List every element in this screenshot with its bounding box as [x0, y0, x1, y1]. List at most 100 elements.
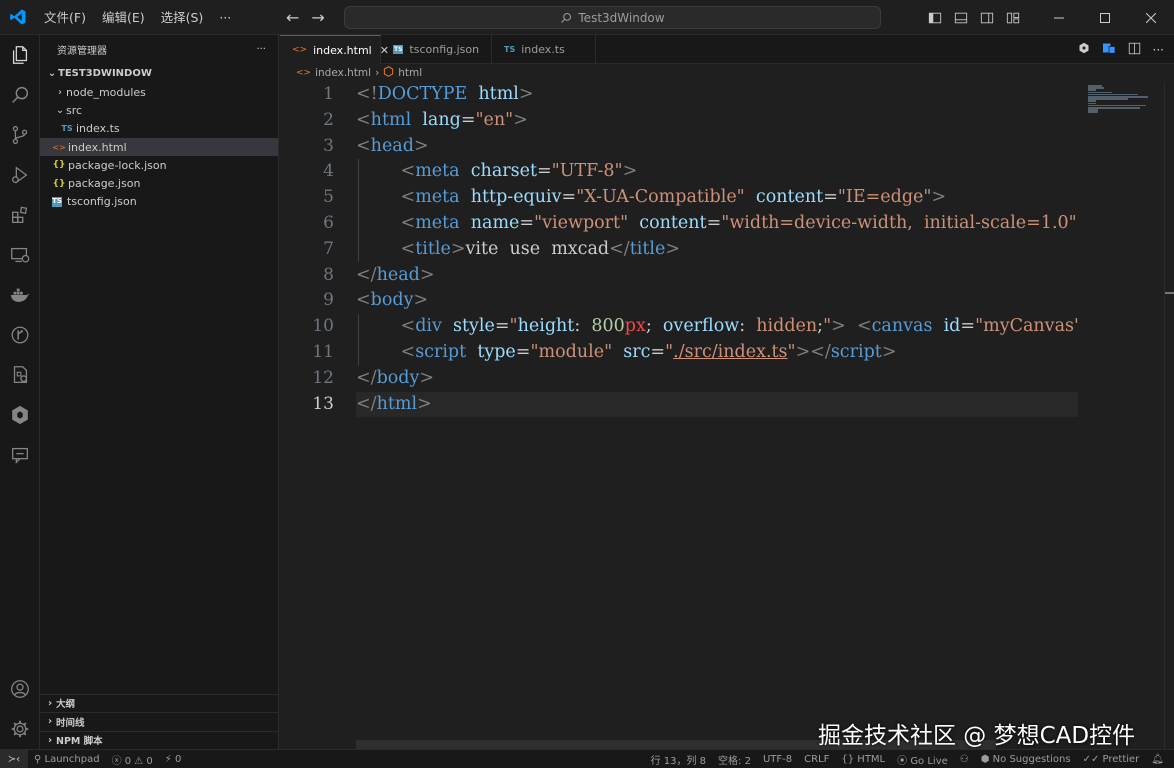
- indentation[interactable]: 空格: 2: [712, 752, 757, 767]
- line-number-gutter: 1 2 3 4 5 6 7 8 9 10 11 12 13: [280, 82, 344, 417]
- end-of-line[interactable]: CRLF: [798, 754, 835, 765]
- npm-scripts-section[interactable]: › NPM 脚本: [40, 730, 279, 750]
- forward-arrow-icon[interactable]: →: [311, 8, 324, 27]
- breadcrumb-file[interactable]: index.html: [315, 67, 371, 79]
- timeline-label: 时间线: [56, 717, 85, 729]
- more-actions-icon[interactable]: ···: [1153, 43, 1164, 57]
- code-editor[interactable]: 1 2 3 4 5 6 7 8 9 10 11 12 13 <!DOCTYPE html> <html …: [280, 82, 1174, 749]
- cursor-position[interactable]: 行 13，列 8: [645, 752, 712, 767]
- tab-tsconfig-json[interactable]: TS tsconfig.json: [381, 35, 492, 64]
- symbol-element-icon: [383, 66, 394, 80]
- tree-folder-node-modules[interactable]: › node_modules: [40, 83, 278, 101]
- project-manager-icon[interactable]: [0, 355, 40, 395]
- tsconfig-file-icon: TS: [393, 45, 404, 54]
- code-line: <meta http-equiv="X-UA-Compatible" conte…: [400, 187, 947, 208]
- tree-folder-src[interactable]: ⌄ src: [40, 101, 278, 119]
- tree-file-package-lock-json[interactable]: {} package-lock.json: [40, 156, 278, 174]
- tab-label: index.html: [313, 43, 372, 57]
- settings-gear-icon[interactable]: [0, 709, 40, 749]
- json-file-icon: {}: [52, 178, 66, 189]
- copilot-icon[interactable]: ⚇: [954, 754, 975, 765]
- git-graph-icon[interactable]: [0, 315, 40, 355]
- tree-file-index-ts[interactable]: TS index.ts: [40, 120, 278, 138]
- typescript-file-icon: TS: [504, 45, 516, 54]
- open-preview-icon[interactable]: [1102, 42, 1116, 57]
- chevron-right-icon: ›: [375, 67, 380, 79]
- more-actions-icon[interactable]: ···: [256, 44, 266, 55]
- chevron-down-icon: ⌄: [47, 67, 57, 79]
- menu-selection[interactable]: 选择(S): [153, 0, 212, 35]
- language-mode[interactable]: {} HTML: [835, 754, 891, 765]
- npm-scripts-label: NPM 脚本: [56, 736, 103, 748]
- problems-status[interactable]: ⓧ 0 ⚠ 0: [106, 752, 159, 767]
- customize-layout-icon[interactable]: [1000, 11, 1026, 25]
- code-content[interactable]: <!DOCTYPE html> <html lang="en"> <head> …: [356, 82, 1078, 418]
- remote-indicator-icon[interactable]: ≻‹: [0, 749, 28, 768]
- code-line: <title>vite use mxcad</title>: [400, 238, 680, 259]
- command-center-search[interactable]: Test3dWindow: [344, 6, 881, 29]
- vertical-scrollbar[interactable]: [1164, 82, 1174, 749]
- line-number: 10: [312, 316, 334, 337]
- code-line: </head>: [356, 264, 435, 285]
- code-line-current: </html>: [356, 391, 1078, 418]
- tree-file-index-html[interactable]: <> index.html: [40, 137, 278, 157]
- launchpad-status[interactable]: ⚲ Launchpad: [28, 754, 106, 765]
- minimap[interactable]: [1078, 82, 1164, 749]
- tab-index-ts[interactable]: TS index.ts: [492, 35, 596, 64]
- suggestions-status[interactable]: ⬢ No Suggestions: [975, 754, 1077, 765]
- outline-section[interactable]: › 大纲: [40, 693, 279, 713]
- go-live-button[interactable]: ⦿ Go Live: [891, 752, 954, 767]
- toggle-panel-icon[interactable]: [948, 11, 974, 25]
- tree-item-label: index.ts: [76, 122, 120, 136]
- close-window-icon[interactable]: [1128, 0, 1174, 35]
- breadcrumb-symbol[interactable]: html: [398, 67, 422, 79]
- settings-sync-icon[interactable]: [1078, 42, 1090, 57]
- encoding[interactable]: UTF-8: [757, 754, 798, 765]
- vscode-logo-icon: [0, 0, 36, 35]
- language-label: HTML: [857, 754, 886, 765]
- status-bar: ≻‹ ⚲ Launchpad ⓧ 0 ⚠ 0 ⚡ 0 行 13，列 8 空格: …: [0, 749, 1174, 768]
- editor-tab-bar: <> index.html ✕ TS tsconfig.json TS inde…: [280, 35, 1174, 64]
- extensions-icon[interactable]: [0, 195, 40, 235]
- explorer-icon[interactable]: [0, 35, 40, 75]
- typescript-file-icon: TS: [61, 124, 73, 134]
- menu-more[interactable]: ···: [211, 0, 239, 35]
- tab-index-html[interactable]: <> index.html ✕: [280, 35, 389, 64]
- toggle-primary-sidebar-icon[interactable]: [922, 11, 948, 25]
- menu-edit[interactable]: 编辑(E): [94, 0, 153, 35]
- notifications-bell-icon[interactable]: 🔔︎: [1145, 754, 1170, 765]
- line-number: 2: [323, 109, 334, 130]
- toggle-secondary-sidebar-icon[interactable]: [974, 11, 1000, 25]
- prettier-label: Prettier: [1102, 754, 1140, 765]
- html-file-icon: <>: [296, 68, 312, 78]
- prettier-status[interactable]: ✓✓ Prettier: [1077, 754, 1146, 765]
- account-icon[interactable]: [0, 669, 40, 709]
- back-arrow-icon[interactable]: ←: [286, 8, 299, 27]
- tree-file-package-json[interactable]: {} package.json: [40, 174, 278, 192]
- minimize-icon[interactable]: [1036, 0, 1082, 35]
- split-editor-icon[interactable]: [1128, 42, 1141, 58]
- tsconfig-file-icon: TS: [52, 196, 62, 207]
- ports-count: 0: [175, 753, 182, 765]
- go-live-label: Go Live: [910, 756, 948, 767]
- tree-item-label: tsconfig.json: [67, 195, 137, 209]
- codegeex-icon[interactable]: [0, 395, 40, 435]
- docker-icon[interactable]: [0, 275, 40, 315]
- line-number: 8: [323, 264, 334, 285]
- maximize-icon[interactable]: [1082, 0, 1128, 35]
- menu-file[interactable]: 文件(F): [36, 0, 94, 35]
- workspace-root[interactable]: ⌄ TEST3DWINDOW: [40, 63, 278, 83]
- ports-status[interactable]: ⚡ 0: [159, 754, 188, 765]
- chat-icon[interactable]: [0, 435, 40, 475]
- run-debug-icon[interactable]: [0, 155, 40, 195]
- search-icon[interactable]: [0, 75, 40, 115]
- tree-file-tsconfig-json[interactable]: TS tsconfig.json: [40, 193, 278, 211]
- timeline-section[interactable]: › 时间线: [40, 712, 279, 731]
- line-number: 9: [323, 290, 334, 311]
- line-number: 3: [323, 135, 334, 156]
- remote-explorer-icon[interactable]: [0, 235, 40, 275]
- tree-item-label: package-lock.json: [68, 158, 167, 172]
- source-control-icon[interactable]: [0, 115, 40, 155]
- html-file-icon: <>: [52, 142, 66, 152]
- code-line: <!DOCTYPE html>: [356, 84, 534, 104]
